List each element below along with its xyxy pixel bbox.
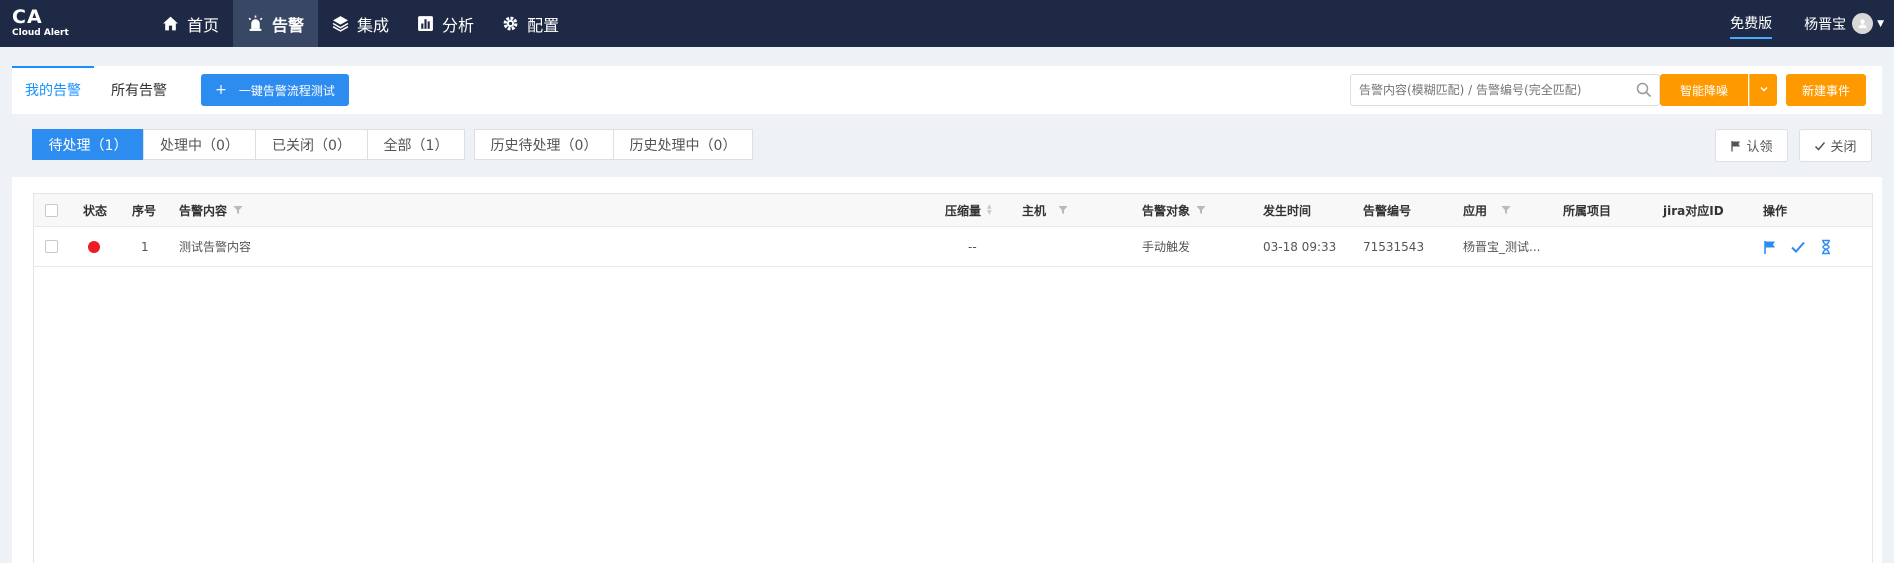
status-filters: 待处理（1） 处理中（0） 已关闭（0） 全部（1） 历史待处理（0） 历史处理…	[32, 129, 753, 160]
top-right: 免费版 杨晋宝 ▼	[1730, 0, 1894, 47]
select-all-checkbox[interactable]	[45, 203, 58, 217]
header-project: 所属项目	[1563, 203, 1612, 218]
nav-item-home[interactable]: 首页	[148, 0, 233, 47]
cell-app: 杨晋宝_测试...	[1463, 240, 1541, 254]
filter-closed[interactable]: 已关闭（0）	[255, 129, 368, 160]
cell-content-link[interactable]: 测试告警内容	[179, 227, 251, 266]
filter-pending[interactable]: 待处理（1）	[32, 129, 144, 160]
chart-icon	[418, 16, 433, 31]
filter-history-processing[interactable]: 历史处理中（0）	[613, 129, 753, 160]
new-event-button[interactable]: 新建事件	[1786, 74, 1866, 106]
layers-icon	[332, 16, 349, 32]
filter-icon[interactable]	[1196, 205, 1206, 215]
smart-denoise-dropdown[interactable]	[1749, 74, 1777, 106]
header-target-label: 告警对象	[1142, 203, 1191, 218]
tab-my-alarms[interactable]: 我的告警	[12, 66, 94, 114]
logo[interactable]: CA Cloud Alert	[12, 6, 69, 39]
test-flow-button[interactable]: + 一键告警流程测试	[201, 74, 349, 106]
header-status: 状态	[83, 203, 108, 218]
alarm-table: 状态 序号 告警内容 压缩量 ▲ ▼ 主机 告警对象 发生时间 告警编号 应用 所…	[33, 193, 1873, 563]
chevron-down-icon	[1760, 87, 1767, 92]
nav-item-config[interactable]: 配置	[488, 0, 573, 47]
main-nav: 首页 告警 集成 分析 配置	[148, 0, 573, 47]
table-header: 状态 序号 告警内容 压缩量 ▲ ▼ 主机 告警对象 发生时间 告警编号 应用 所…	[34, 194, 1872, 227]
cell-index: 1	[141, 239, 149, 254]
nav-item-analysis[interactable]: 分析	[403, 0, 488, 47]
flag-icon	[1731, 140, 1741, 151]
close-label: 关闭	[1830, 140, 1857, 155]
logo-sub: Cloud Alert	[12, 28, 69, 38]
header-index: 序号	[132, 203, 157, 218]
header-app-label: 应用	[1463, 203, 1488, 218]
header-app: 应用	[1463, 194, 1511, 226]
filter-icon[interactable]	[1058, 205, 1068, 215]
nav-label: 配置	[527, 15, 560, 35]
user-name: 杨晋宝	[1804, 16, 1847, 33]
row-checkbox[interactable]	[45, 240, 58, 253]
filter-processing[interactable]: 处理中（0）	[143, 129, 256, 160]
cell-compress: --	[968, 239, 977, 254]
alarm-icon	[248, 15, 263, 31]
ack-button[interactable]: 认领	[1715, 129, 1788, 162]
header-jira: jira对应ID	[1663, 203, 1724, 218]
header-host-label: 主机	[1022, 203, 1047, 218]
logo-main: CA	[12, 6, 43, 28]
nav-label: 告警	[272, 15, 305, 35]
header-compress-label: 压缩量	[945, 203, 982, 218]
top-navbar: CA Cloud Alert 首页 告警 集成 分析 配置 免费版 杨晋宝 ▼	[0, 0, 1894, 47]
ack-label: 认领	[1746, 140, 1773, 155]
test-flow-label: 一键告警流程测试	[238, 83, 335, 98]
nav-label: 首页	[187, 15, 220, 35]
gear-icon	[503, 16, 518, 31]
header-target: 告警对象	[1142, 194, 1206, 226]
chevron-down-icon: ▼	[1877, 18, 1884, 29]
plus-icon: +	[215, 82, 227, 98]
cell-time: 03-18 09:33	[1263, 239, 1337, 254]
nav-label: 分析	[442, 15, 475, 35]
filter-history-pending[interactable]: 历史待处理（0）	[474, 129, 614, 160]
home-icon	[163, 16, 178, 31]
filter-icon[interactable]	[1501, 205, 1511, 215]
status-dot	[88, 240, 100, 253]
flag-icon[interactable]	[1762, 239, 1778, 255]
nav-item-alarm[interactable]: 告警	[233, 0, 319, 47]
cell-number: 71531543	[1363, 239, 1425, 254]
sort-icon[interactable]: ▲ ▼	[987, 204, 992, 216]
header-ops: 操作	[1763, 203, 1788, 218]
search-icon[interactable]	[1636, 82, 1652, 98]
cell-target: 手动触发	[1142, 240, 1191, 254]
search-input[interactable]	[1350, 74, 1660, 106]
close-button[interactable]: 关闭	[1799, 129, 1872, 162]
check-icon[interactable]	[1790, 239, 1806, 255]
tab-all-alarms[interactable]: 所有告警	[111, 66, 167, 114]
filter-all[interactable]: 全部（1）	[367, 129, 465, 160]
row-actions	[1762, 227, 1846, 266]
avatar	[1852, 13, 1874, 34]
smart-denoise-button[interactable]: 智能降噪	[1660, 74, 1748, 106]
header-host: 主机	[1022, 194, 1068, 226]
hourglass-icon[interactable]	[1818, 239, 1834, 255]
nav-label: 集成	[357, 15, 390, 35]
header-number: 告警编号	[1363, 203, 1412, 218]
header-time: 发生时间	[1263, 203, 1312, 218]
header-content-label: 告警内容	[179, 203, 228, 218]
user-icon	[1858, 19, 1867, 29]
edition-link[interactable]: 免费版	[1730, 9, 1773, 39]
nav-item-integration[interactable]: 集成	[318, 0, 403, 47]
user-menu[interactable]: 杨晋宝 ▼	[1804, 13, 1884, 34]
filter-icon[interactable]	[233, 205, 243, 215]
table-row[interactable]: 1 测试告警内容 -- 手动触发 03-18 09:33 71531543 杨晋…	[34, 227, 1872, 267]
header-content: 告警内容	[179, 194, 243, 226]
check-icon	[1815, 141, 1826, 151]
header-compress: 压缩量 ▲ ▼	[945, 194, 992, 226]
